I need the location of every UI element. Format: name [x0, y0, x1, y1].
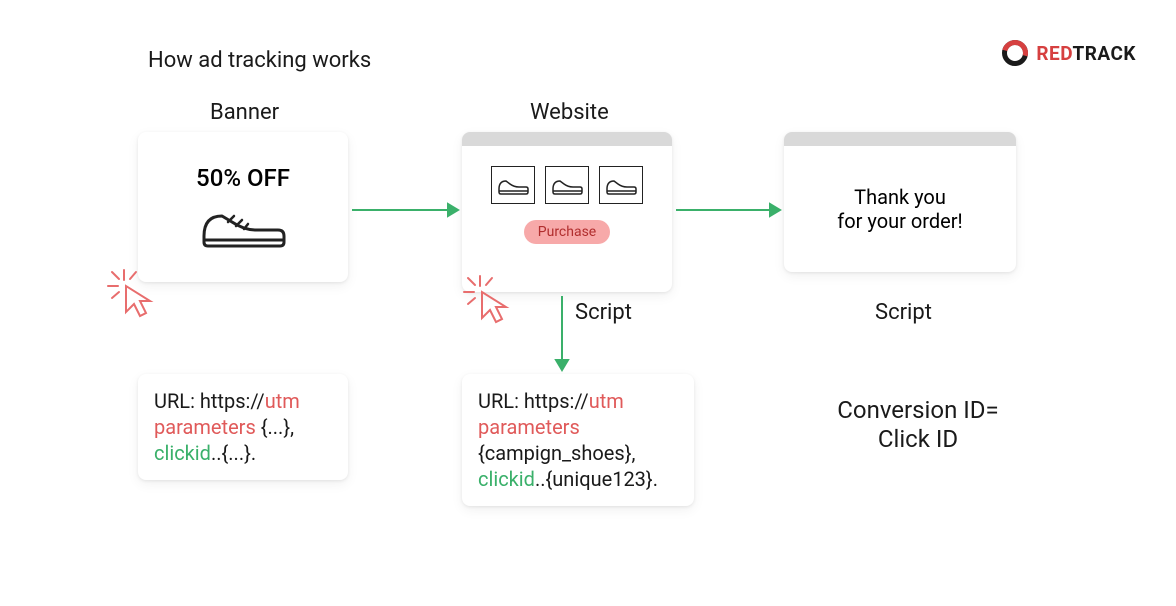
window-titlebar	[784, 132, 1016, 146]
purchase-button[interactable]: Purchase	[524, 220, 610, 244]
arrow-icon	[674, 200, 782, 220]
url-card-website: URL: https://utm parameters {campign_sho…	[462, 374, 694, 506]
logo-mark-icon	[1002, 40, 1028, 66]
thankyou-card: Thank you for your order!	[784, 132, 1016, 272]
conversion-equation: Conversion ID= Click ID	[808, 396, 1028, 454]
product-row	[462, 146, 672, 214]
thankyou-text: Thank you for your order!	[784, 146, 1016, 272]
product-tile	[545, 166, 589, 204]
script-label-1: Script	[575, 300, 632, 325]
shoe-icon	[550, 174, 584, 196]
website-label: Website	[530, 100, 609, 125]
logo-text: REDTRACK	[1036, 42, 1136, 65]
cursor-click-icon	[456, 266, 516, 326]
page-title: How ad tracking works	[148, 48, 371, 73]
arrow-icon	[350, 200, 460, 220]
shoe-icon	[198, 196, 288, 251]
shoe-icon	[496, 174, 530, 196]
shoe-icon	[604, 174, 638, 196]
cursor-click-icon	[100, 260, 160, 320]
script-label-2: Script	[875, 300, 932, 325]
banner-offer-text: 50% OFF	[196, 164, 290, 192]
brand-logo: REDTRACK	[1002, 40, 1136, 66]
url-card-banner: URL: https://utm parameters {...}, click…	[138, 374, 348, 480]
banner-card: 50% OFF	[138, 132, 348, 282]
banner-label: Banner	[210, 100, 279, 125]
window-titlebar	[462, 132, 672, 146]
product-tile	[599, 166, 643, 204]
arrow-icon	[552, 294, 572, 372]
product-tile	[491, 166, 535, 204]
